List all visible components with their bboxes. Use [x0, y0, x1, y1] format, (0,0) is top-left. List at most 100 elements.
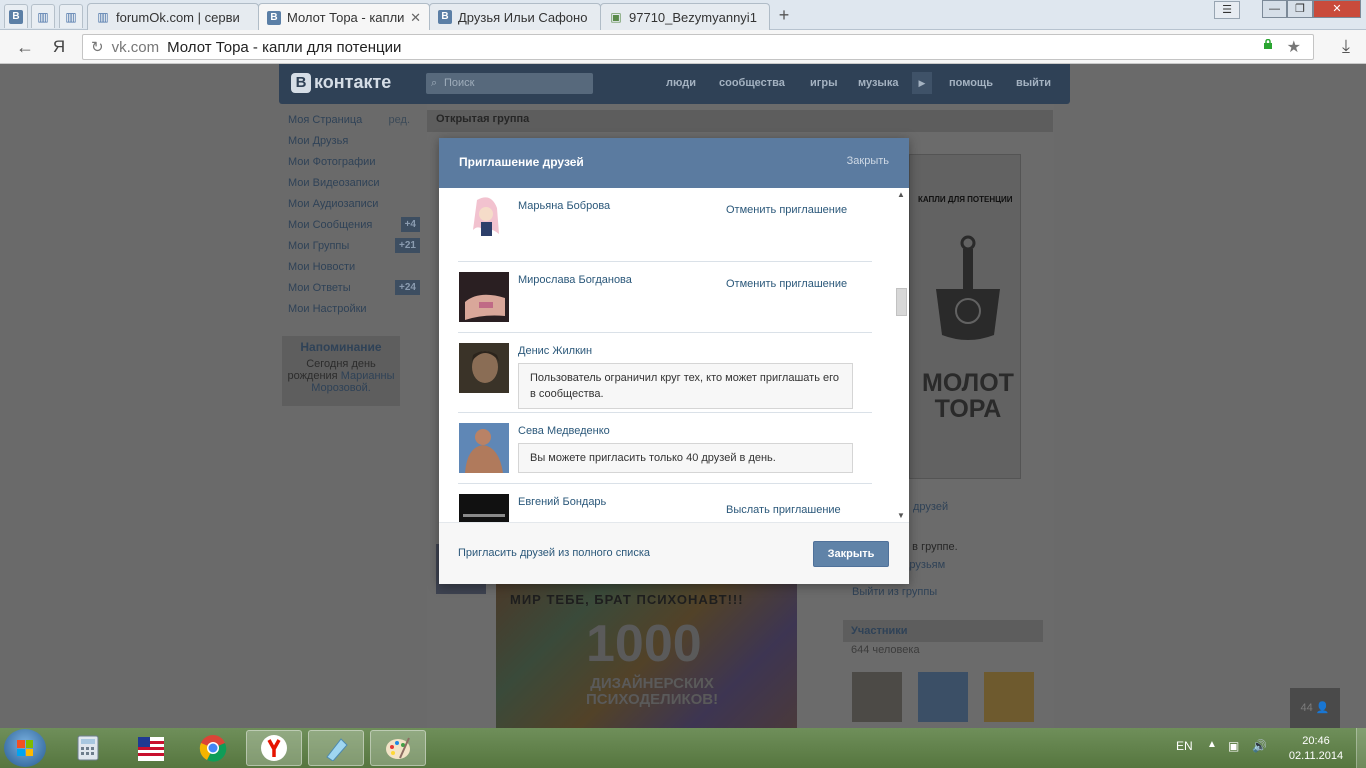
reminder-title: Напоминание [300, 340, 382, 354]
download-icon[interactable]: ⤓ [1342, 36, 1350, 57]
language-indicator[interactable]: EN [1176, 739, 1193, 753]
reminder-name[interactable]: Марианны [341, 370, 395, 382]
vk-logo[interactable]: В контакте [291, 72, 391, 93]
menu-settings[interactable]: Мои Настройки [288, 301, 420, 322]
nav-communities[interactable]: сообщества [719, 77, 785, 89]
play-icon[interactable]: ▶ [912, 72, 932, 94]
reminder-text: рождения [287, 370, 338, 382]
menu-friends[interactable]: Мои Друзья [288, 133, 420, 154]
vk-search-input[interactable]: ⌕ Поиск [426, 73, 593, 94]
invite-from-full-list-link[interactable]: Пригласить друзей из полного списка [458, 547, 650, 559]
nav-logout[interactable]: выйти [1016, 77, 1051, 89]
friend-name[interactable]: Денис Жилкин [518, 345, 592, 357]
scrollbar[interactable]: ▲ ▼ [895, 188, 907, 522]
friend-name[interactable]: Марьяна Боброва [518, 200, 610, 212]
menu-label: Мои Настройки [288, 303, 367, 315]
avatar[interactable] [459, 423, 509, 473]
friends-online-button[interactable]: 44 👤 [1290, 688, 1340, 728]
menu-answers[interactable]: Мои Ответы +24 [288, 280, 420, 301]
nav-games[interactable]: игры [810, 77, 837, 89]
scroll-down-icon[interactable]: ▼ [897, 511, 905, 520]
menu-videos[interactable]: Мои Видеозаписи [288, 175, 420, 196]
menu-messages[interactable]: Мои Сообщения +4 [288, 217, 420, 238]
vk-favicon-icon: В [438, 10, 452, 24]
menu-label: Мои Фотографии [288, 156, 376, 168]
tab-forumok[interactable]: ▥ forumOk.com | серви [87, 3, 259, 30]
tell-friends-link[interactable]: друзьям [903, 559, 945, 571]
avatar[interactable] [459, 343, 509, 393]
pinned-tab-chart[interactable]: ▥ [31, 4, 55, 28]
menu-news[interactable]: Мои Новости [288, 259, 420, 280]
avatar[interactable] [459, 494, 509, 522]
pinned-tab-vk[interactable]: В [4, 4, 28, 28]
member-avatar[interactable] [984, 672, 1034, 722]
volume-icon[interactable]: 🔊 [1252, 739, 1267, 753]
window-close-button[interactable]: ✕ [1313, 0, 1361, 18]
restore-button[interactable]: ❐ [1287, 0, 1313, 18]
tab-molot-tora[interactable]: В Молот Тора - капли д ✕ [258, 3, 430, 31]
member-avatar[interactable] [918, 672, 968, 722]
scroll-up-icon[interactable]: ▲ [897, 190, 905, 199]
dialog-close-link[interactable]: Закрыть [847, 155, 889, 167]
show-desktop-button[interactable] [1356, 728, 1366, 768]
edit-link[interactable]: ред. [389, 112, 410, 128]
avatar[interactable] [459, 194, 509, 244]
menu-photos[interactable]: Мои Фотографии [288, 154, 420, 175]
nav-help[interactable]: помощь [949, 77, 993, 89]
scrollbar-thumb[interactable] [896, 288, 907, 316]
tab-image[interactable]: ▣ 97710_Bezymyannyi1 [600, 3, 770, 30]
leave-group-link[interactable]: Выйти из группы [852, 586, 937, 598]
new-tab-button[interactable]: + [774, 6, 794, 26]
calculator-icon[interactable] [60, 730, 116, 766]
invite-restriction-notice: Пользователь ограничил круг тех, кто мож… [518, 363, 853, 409]
post-image-text: ПСИХОДЕЛИКОВ! [586, 691, 719, 708]
paint-icon[interactable] [370, 730, 426, 766]
yandex-browser-icon[interactable] [246, 730, 302, 766]
members-header[interactable]: Участники [843, 620, 1043, 642]
menu-audio[interactable]: Мои Аудиозаписи [288, 196, 420, 217]
yandex-button[interactable]: Я [48, 36, 70, 58]
menu-my-page[interactable]: Моя Страница ред. [288, 112, 420, 133]
flag-app-icon[interactable] [123, 730, 179, 766]
member-avatar[interactable] [852, 672, 902, 722]
network-icon[interactable]: ▣ [1228, 739, 1239, 753]
url-field[interactable]: ↻ vk.com Молот Тора - капли для потенции… [82, 34, 1314, 60]
group-avatar[interactable]: КАПЛИ ДЛЯ ПОТЕНЦИИ МОЛОТ ТОРА [909, 154, 1021, 479]
close-button[interactable]: Закрыть [813, 541, 889, 567]
post-image[interactable]: МИР ТЕБЕ, БРАТ ПСИХОНАВТ!!! 1000 ДИЗАЙНЕ… [496, 584, 797, 728]
menu-label: Мои Ответы [288, 282, 351, 294]
notepad-icon[interactable] [308, 730, 364, 766]
chrome-icon[interactable] [185, 730, 241, 766]
menu-icon[interactable]: ☰ [1214, 1, 1240, 19]
friend-name[interactable]: Евгений Бондарь [518, 496, 606, 508]
cancel-invite-button[interactable]: Отменить приглашение [726, 278, 847, 290]
cancel-invite-button[interactable]: Отменить приглашение [726, 204, 847, 216]
nav-music[interactable]: музыка [858, 77, 898, 89]
invite-friends-link[interactable]: друзей [913, 501, 948, 513]
close-icon[interactable]: ✕ [410, 10, 421, 26]
back-button[interactable]: ← [14, 36, 36, 58]
start-button[interactable] [4, 729, 46, 767]
friend-name[interactable]: Сева Медведенко [518, 425, 610, 437]
image-favicon-icon: ▣ [610, 10, 622, 24]
clock[interactable]: 20:46 02.11.2014 [1284, 734, 1348, 764]
menu-label: Мои Друзья [288, 135, 349, 147]
show-hidden-icons[interactable]: ▲ [1207, 739, 1217, 750]
menu-groups[interactable]: Мои Группы +21 [288, 238, 420, 259]
friend-name[interactable]: Мирослава Богданова [518, 274, 632, 286]
pinned-tab-chart-2[interactable]: ▥ [59, 4, 83, 28]
menu-label: Мои Сообщения [288, 219, 373, 231]
avatar[interactable] [459, 272, 509, 322]
address-bar: ← Я ↻ vk.com Молот Тора - капли для поте… [0, 30, 1366, 64]
chart-favicon-icon: ▥ [97, 10, 109, 24]
star-icon[interactable]: ★ [1287, 37, 1301, 57]
dialog-footer: Пригласить друзей из полного списка Закр… [439, 522, 909, 584]
tab-label: Друзья Ильи Сафоно [458, 9, 588, 25]
minimize-button[interactable]: — [1262, 0, 1287, 18]
send-invite-button[interactable]: Выслать приглашение [726, 504, 841, 516]
dialog-title: Приглашение друзей [459, 155, 584, 169]
reminder-name[interactable]: Морозовой. [282, 382, 400, 394]
reload-icon[interactable]: ↻ [91, 38, 104, 56]
tab-druzya[interactable]: В Друзья Ильи Сафоно [429, 3, 601, 30]
nav-people[interactable]: люди [666, 77, 696, 89]
